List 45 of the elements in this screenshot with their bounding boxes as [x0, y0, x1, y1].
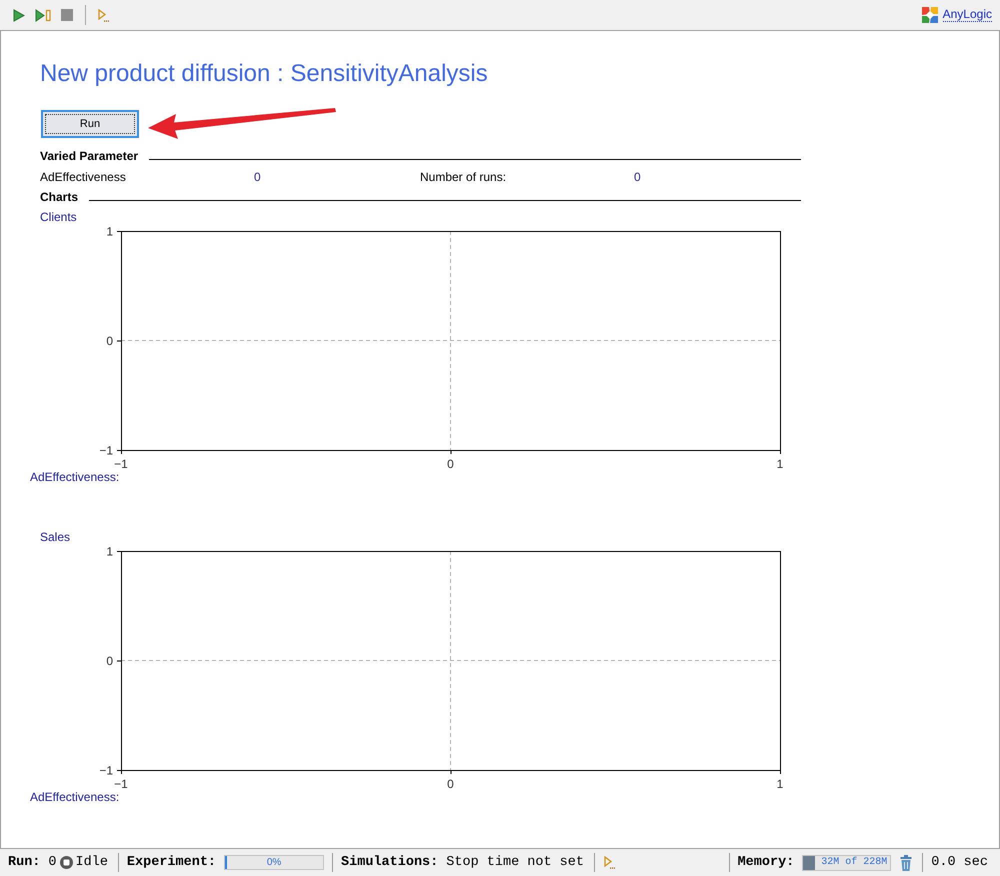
field-label: Number of runs: [420, 170, 506, 184]
chart-title: Clients [40, 210, 77, 224]
axis-tick-label: 0 [447, 457, 454, 471]
status-value: Stop time not set [446, 855, 584, 870]
axis-tick-label: −1 [99, 444, 113, 458]
axis-tick-label: −1 [99, 764, 113, 778]
axis-tick-label: 1 [776, 777, 784, 791]
section-heading: Varied Parameter [40, 149, 138, 163]
logo-icon [922, 7, 938, 23]
field-label: AdEffectiveness [40, 170, 126, 184]
page-title: New product diffusion : SensitivityAnalysis [40, 60, 488, 88]
axis-tick-label: 1 [776, 457, 784, 471]
logo-link[interactable]: AnyLogic [942, 8, 992, 22]
stop-button[interactable] [61, 8, 73, 22]
axis-tick-label: 1 [106, 544, 113, 558]
axis-tick-label: 1 [106, 224, 113, 238]
status-label: Run: [8, 855, 40, 870]
axis-tick-label: 0 [106, 654, 113, 668]
status-value: 0 [48, 855, 57, 870]
step-button[interactable] [35, 8, 51, 22]
field-value: 0 [634, 170, 641, 184]
status-value: Idle [76, 855, 108, 870]
play-icon [13, 8, 25, 22]
status-label: Experiment: [126, 855, 216, 870]
trash-icon[interactable] [900, 854, 912, 870]
axis-tick-label: −1 [114, 777, 128, 791]
status-label: Simulations: [341, 855, 438, 870]
play-dots-icon[interactable] [604, 856, 615, 869]
field-value: 0 [254, 170, 261, 184]
axis-tick-label: 0 [106, 334, 113, 348]
chart-title: Sales [40, 530, 70, 544]
status-value: 0.0 sec [931, 855, 988, 870]
stop-circle-icon [60, 856, 73, 869]
memory-text: 32M of 228M [821, 856, 888, 870]
play-button[interactable] [13, 8, 25, 22]
axis-label: AdEffectiveness: [30, 790, 120, 804]
status-label: Memory: [738, 855, 794, 870]
axis-label: AdEffectiveness: [30, 470, 120, 484]
axis-tick-label: −1 [114, 457, 128, 471]
axis-tick-label: 0 [447, 777, 454, 791]
section-heading: Charts [40, 190, 78, 204]
play-bar-icon [35, 8, 51, 22]
stop-icon [61, 9, 73, 21]
run-button[interactable]: Run [41, 110, 139, 138]
progress-text: 0% [266, 856, 282, 869]
